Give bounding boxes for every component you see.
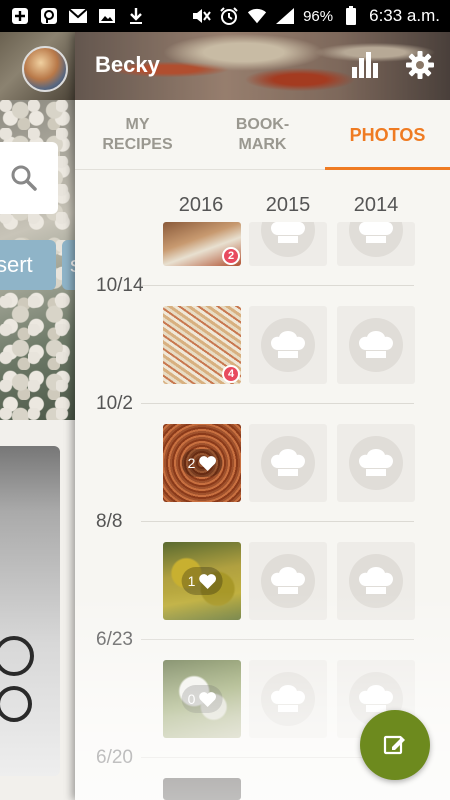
image-icon — [97, 7, 117, 25]
battery-icon — [341, 6, 361, 25]
photo-thumbnail[interactable]: 2 — [163, 424, 241, 502]
like-counter: 2 — [181, 449, 223, 477]
date-label: 6/23 — [96, 629, 133, 650]
search-box[interactable] — [0, 142, 58, 214]
chef-hat-icon — [261, 318, 315, 372]
edit-icon — [383, 735, 405, 755]
stats-icon[interactable] — [349, 50, 379, 80]
empty-slot — [337, 306, 415, 384]
heart-icon — [198, 574, 216, 589]
date-divider — [141, 403, 414, 404]
chef-hat-icon — [349, 222, 403, 257]
search-icon — [11, 165, 37, 191]
gear-icon[interactable] — [405, 50, 435, 80]
photo-count-badge: 4 — [222, 365, 240, 383]
scissors-image — [0, 636, 34, 676]
date-label: 6/20 — [96, 747, 133, 768]
app-notification-icon — [39, 7, 59, 25]
wifi-icon — [247, 7, 267, 25]
chef-hat-icon — [261, 554, 315, 608]
clock-time: 6:33 a.m. — [369, 6, 440, 25]
empty-slot — [249, 306, 327, 384]
user-name[interactable]: Becky — [95, 52, 160, 78]
empty-slot — [337, 222, 415, 266]
background-header — [0, 32, 78, 100]
like-count: 0 — [187, 691, 196, 707]
chef-hat-icon — [349, 554, 403, 608]
photo-thumbnail[interactable]: 0 — [163, 660, 241, 738]
empty-slot — [337, 424, 415, 502]
date-label: 10/2 — [96, 393, 133, 414]
background-app: sert s — [0, 32, 78, 800]
like-counter: 1 — [181, 567, 223, 595]
date-divider — [141, 639, 414, 640]
profile-drawer: Becky MY RECIPES BOOK- MARK PHOTOS 2016 … — [75, 32, 450, 800]
empty-slot — [337, 542, 415, 620]
heart-icon — [198, 456, 216, 471]
add-notification-icon — [10, 7, 30, 25]
status-bar: 96% 6:33 a.m. — [0, 0, 450, 32]
battery-percent: 96% — [303, 7, 334, 25]
empty-slot — [249, 660, 327, 738]
avatar[interactable] — [22, 46, 68, 92]
empty-slot — [249, 542, 327, 620]
year-header: 2016 2015 2014 — [75, 194, 450, 218]
chef-hat-icon — [349, 318, 403, 372]
date-label: 8/8 — [96, 511, 123, 532]
signal-icon — [275, 7, 295, 25]
tab-bookmark[interactable]: BOOK- MARK — [200, 100, 325, 169]
date-label: 10/14 — [96, 275, 144, 296]
like-count: 2 — [187, 455, 196, 471]
scissors-image-2 — [0, 686, 32, 722]
date-divider — [141, 521, 414, 522]
photo-thumbnail[interactable] — [163, 778, 241, 800]
chef-hat-icon — [261, 672, 315, 726]
like-count: 1 — [187, 573, 196, 589]
tab-bar: MY RECIPES BOOK- MARK PHOTOS — [75, 100, 450, 170]
drawer-header: Becky — [75, 32, 450, 100]
category-chip[interactable]: sert — [0, 240, 56, 290]
recipe-card[interactable] — [0, 446, 60, 776]
download-icon — [126, 7, 146, 25]
photo-thumbnail[interactable]: 1 — [163, 542, 241, 620]
chef-hat-icon — [261, 222, 315, 257]
photo-thumbnail[interactable]: 4 — [163, 306, 241, 384]
chef-hat-icon — [349, 436, 403, 490]
tab-photos[interactable]: PHOTOS — [325, 100, 450, 170]
year-2014: 2014 — [353, 194, 399, 216]
year-2016: 2016 — [178, 194, 224, 216]
mute-icon — [191, 7, 211, 25]
tab-my-recipes[interactable]: MY RECIPES — [75, 100, 200, 169]
year-2015: 2015 — [265, 194, 311, 216]
photo-thumbnail[interactable]: 2 — [163, 222, 241, 266]
empty-slot — [249, 222, 327, 266]
chef-hat-icon — [261, 436, 315, 490]
date-divider — [141, 285, 414, 286]
like-counter: 0 — [181, 685, 223, 713]
alarm-icon — [219, 7, 239, 25]
edit-fab-button[interactable] — [360, 710, 430, 780]
heart-icon — [198, 692, 216, 707]
gmail-icon — [68, 7, 88, 25]
empty-slot — [249, 424, 327, 502]
photo-count-badge: 2 — [222, 247, 240, 265]
